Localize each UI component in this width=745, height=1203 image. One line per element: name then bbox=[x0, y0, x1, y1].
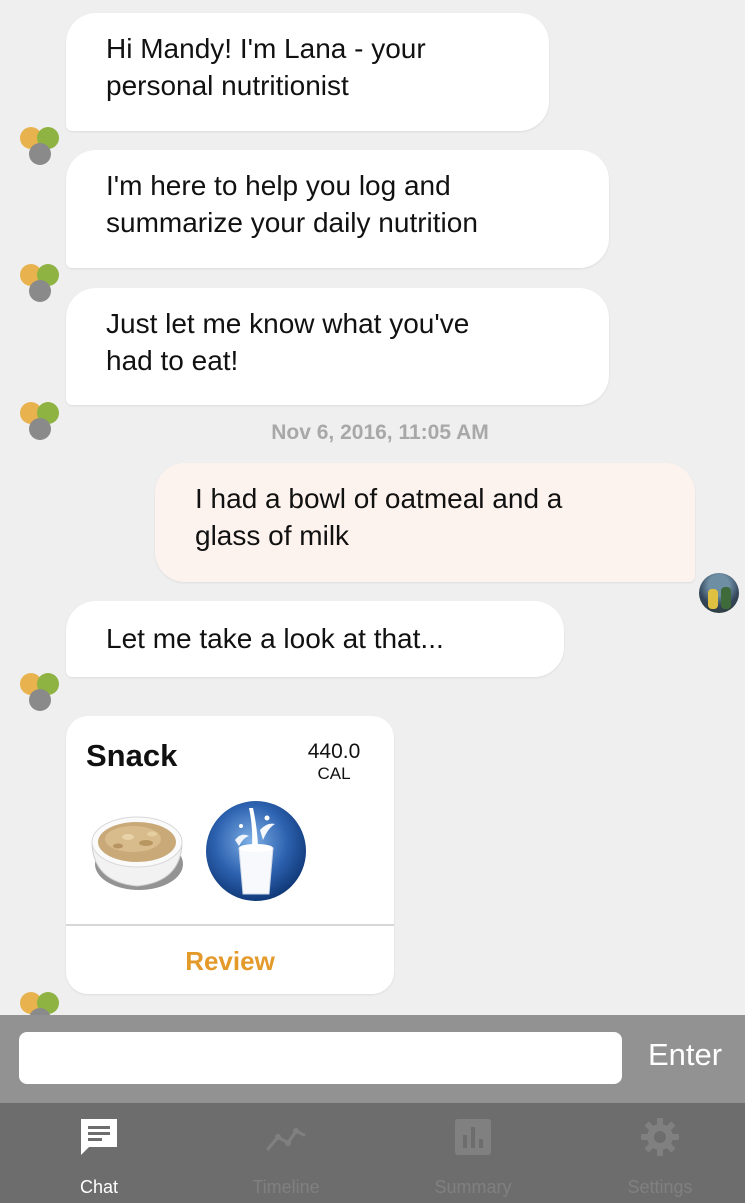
meal-card-calories: 440.0 CAL bbox=[294, 740, 374, 784]
enter-button[interactable]: Enter bbox=[648, 1037, 722, 1073]
lana-avatar-icon bbox=[20, 673, 66, 713]
card-divider bbox=[66, 924, 394, 926]
message-text-line: Hi Mandy! I'm Lana - your bbox=[106, 33, 426, 64]
meal-card-title: Snack bbox=[86, 738, 178, 773]
message-text-line: Let me take a look at that... bbox=[106, 623, 444, 654]
message-text-line: personal nutritionist bbox=[106, 70, 349, 101]
bot-message-bubble: I'm here to help you log and summarize y… bbox=[66, 150, 609, 268]
oatmeal-bowl-icon bbox=[91, 816, 183, 890]
tab-summary-label: Summary bbox=[434, 1177, 512, 1197]
meal-card[interactable]: Snack 440.0 CAL Review bbox=[66, 716, 394, 994]
chat-icon bbox=[81, 1119, 117, 1155]
lana-avatar-icon bbox=[20, 992, 66, 1015]
tab-timeline[interactable]: Timeline bbox=[193, 1103, 379, 1203]
message-text-line: glass of milk bbox=[195, 520, 350, 551]
tab-chat-label: Chat bbox=[79, 1177, 119, 1197]
user-avatar bbox=[699, 573, 739, 613]
tab-timeline-label: Timeline bbox=[252, 1177, 320, 1197]
message-input[interactable] bbox=[19, 1032, 622, 1084]
user-message-bubble: I had a bowl of oatmeal and a glass of m… bbox=[155, 463, 695, 582]
bot-message-bubble: Just let me know what you've had to eat! bbox=[66, 288, 609, 405]
tab-settings-label: Settings bbox=[627, 1177, 693, 1197]
calories-value: 440.0 bbox=[307, 740, 361, 763]
chat-history[interactable]: Hi Mandy! I'm Lana - your personal nutri… bbox=[0, 0, 745, 1015]
milk-glass-icon bbox=[206, 801, 306, 901]
settings-icon bbox=[641, 1118, 679, 1156]
message-timestamp: Nov 6, 2016, 11:05 AM bbox=[271, 421, 489, 444]
tab-bar: Chat Timeline Summary Settings bbox=[0, 1103, 745, 1203]
message-text-line: summarize your daily nutrition bbox=[106, 207, 478, 238]
message-text-line: I'm here to help you log and bbox=[106, 170, 451, 201]
bot-message-bubble: Hi Mandy! I'm Lana - your personal nutri… bbox=[66, 13, 549, 131]
tab-summary[interactable]: Summary bbox=[380, 1103, 566, 1203]
message-text-line: I had a bowl of oatmeal and a bbox=[195, 483, 563, 514]
lana-avatar-icon bbox=[20, 127, 66, 167]
message-text-line: had to eat! bbox=[106, 345, 239, 376]
lana-avatar-icon bbox=[20, 264, 66, 304]
tab-chat[interactable]: Chat bbox=[6, 1103, 192, 1203]
tab-settings[interactable]: Settings bbox=[567, 1103, 745, 1203]
review-button[interactable]: Review bbox=[66, 946, 394, 977]
message-text-line: Just let me know what you've bbox=[106, 308, 470, 339]
calories-unit: CAL bbox=[317, 764, 351, 783]
message-input-bar: Enter bbox=[0, 1015, 745, 1103]
summary-icon bbox=[455, 1119, 491, 1155]
bot-message-bubble: Let me take a look at that... bbox=[66, 601, 564, 677]
timeline-icon bbox=[266, 1128, 306, 1151]
